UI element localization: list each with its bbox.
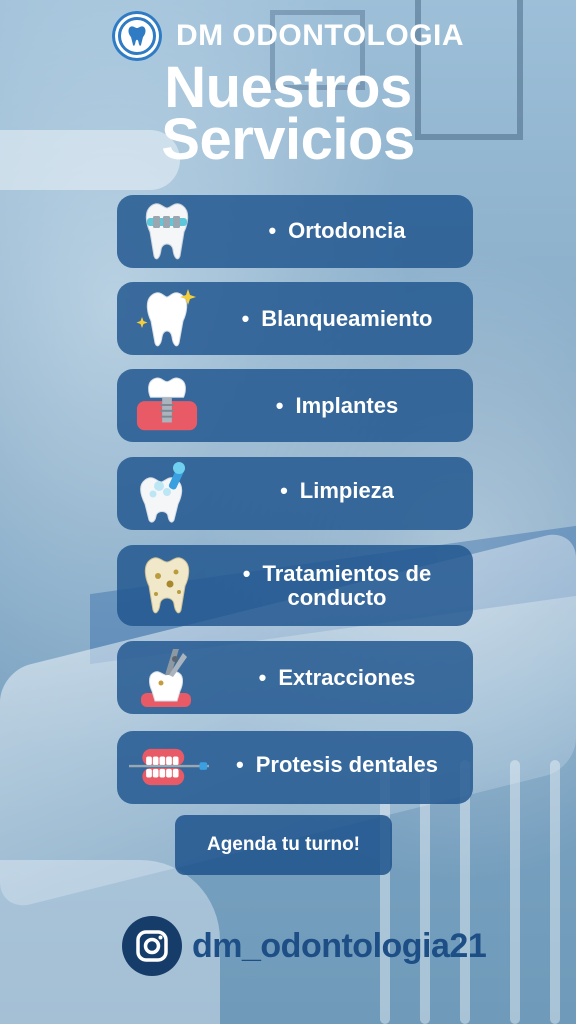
decayed-tooth-icon	[135, 553, 199, 617]
book-appointment-button[interactable]: Agenda tu turno!	[175, 815, 392, 875]
service-card-implantes[interactable]: • Implantes	[117, 369, 473, 442]
title-line-2: Servicios	[161, 107, 415, 172]
tooth-extraction-icon	[135, 645, 199, 709]
instagram-handle: dm_odontologia21	[192, 926, 487, 965]
service-card-blanqueamiento[interactable]: • Blanqueamiento	[117, 282, 473, 355]
service-card-tratamientos-de-conducto[interactable]: • Tratamientos de conducto	[117, 545, 473, 626]
service-label: Limpieza	[299, 478, 394, 503]
service-label: Tratamientos de conducto	[262, 561, 432, 610]
service-label: Blanqueamiento	[261, 306, 433, 331]
sparkling-tooth-icon	[135, 286, 199, 350]
brand-name: DM ODONTOLOGIA	[175, 19, 465, 52]
dental-implant-icon	[135, 373, 199, 437]
service-label: Protesis dentales	[255, 752, 438, 777]
service-label: Implantes	[295, 393, 399, 418]
tooth-logo-icon	[111, 11, 162, 61]
tooth-braces-icon	[135, 199, 199, 263]
service-label: Ortodoncia	[288, 218, 406, 243]
instagram-link[interactable]: dm_odontologia21	[122, 916, 487, 976]
service-card-limpieza[interactable]: • Limpieza	[117, 457, 473, 530]
service-card-extracciones[interactable]: • Extracciones	[117, 641, 473, 714]
dentures-icon	[129, 735, 209, 799]
service-label: Extracciones	[278, 665, 416, 690]
page-title: Nuestros Servicios	[0, 59, 576, 172]
service-card-protesis-dentales[interactable]: • Protesis dentales	[117, 731, 473, 804]
instagram-icon	[122, 916, 182, 976]
tooth-cleaning-icon	[135, 461, 199, 525]
service-card-ortodoncia[interactable]: • Ortodoncia	[117, 195, 473, 268]
